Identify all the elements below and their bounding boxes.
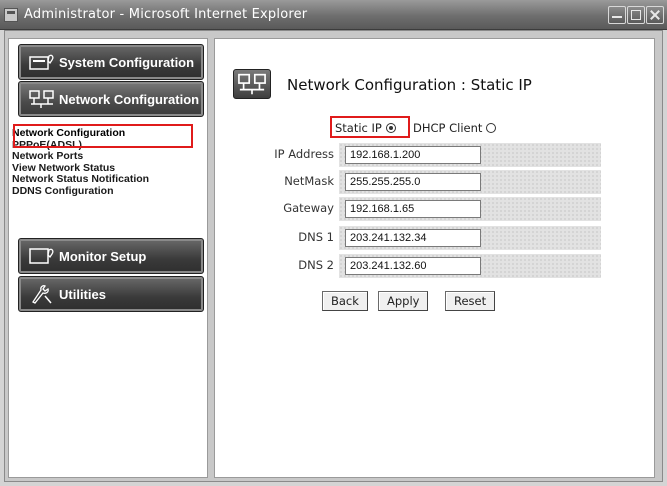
window-title: Administrator - Microsoft Internet Explo… [24, 7, 308, 22]
static-ip-option[interactable]: Static IP [335, 121, 396, 135]
menu-monitor-setup[interactable]: Monitor Setup [18, 238, 204, 274]
ie-app-icon [4, 8, 18, 22]
dhcp-client-radio[interactable] [486, 123, 497, 133]
maximize-icon[interactable] [627, 6, 645, 24]
dns1-label: DNS 1 [298, 230, 334, 244]
minimize-icon[interactable] [608, 6, 626, 24]
submenu-highlight-box [13, 124, 193, 148]
reset-button[interactable]: Reset [445, 291, 496, 311]
ip-address-row: IP Address 192.168.1.200 [261, 143, 601, 167]
page-title: Network Configuration : Static IP [287, 76, 532, 94]
dns2-input[interactable]: 203.241.132.60 [345, 257, 481, 275]
close-icon[interactable] [646, 6, 664, 24]
utilities-icon [32, 285, 52, 304]
menu-label: Utilities [59, 287, 106, 302]
static-ip-radio[interactable] [385, 123, 396, 133]
ip-address-input[interactable]: 192.168.1.200 [345, 146, 481, 164]
dns2-row: DNS 2 203.241.132.60 [261, 254, 601, 278]
dhcp-client-label: DHCP Client [413, 121, 483, 135]
gateway-row: Gateway 192.168.1.65 [261, 197, 601, 221]
submenu-network-status-notification[interactable]: Network Status Notification [12, 173, 202, 186]
static-ip-label: Static IP [335, 121, 382, 135]
netmask-input[interactable]: 255.255.255.0 [345, 173, 481, 191]
apply-button[interactable]: Apply [378, 291, 429, 311]
menu-utilities[interactable]: Utilities [18, 276, 204, 312]
gateway-input[interactable]: 192.168.1.65 [345, 200, 481, 218]
menu-label: System Configuration [59, 55, 195, 70]
main-panel: Network Configuration : Static IP Static… [214, 38, 655, 478]
netmask-row: NetMask 255.255.255.0 [261, 170, 601, 194]
netmask-label: NetMask [284, 174, 334, 188]
dns1-input[interactable]: 203.241.132.34 [345, 229, 481, 247]
dns1-row: DNS 1 203.241.132.34 [261, 226, 601, 250]
back-button[interactable]: Back [322, 291, 368, 311]
monitor-setup-icon [29, 248, 54, 264]
gateway-label: Gateway [283, 201, 334, 215]
dhcp-client-option[interactable]: DHCP Client [413, 121, 497, 135]
submenu-network-ports[interactable]: Network Ports [12, 150, 202, 163]
submenu-ddns-configuration[interactable]: DDNS Configuration [12, 185, 202, 198]
system-config-icon [29, 54, 54, 70]
title-bar: Administrator - Microsoft Internet Explo… [0, 0, 667, 30]
dns2-label: DNS 2 [298, 258, 334, 272]
ip-address-label: IP Address [274, 147, 334, 161]
network-page-icon [233, 69, 271, 99]
menu-label: Monitor Setup [59, 249, 147, 264]
menu-system-configuration[interactable]: System Configuration [18, 44, 204, 80]
